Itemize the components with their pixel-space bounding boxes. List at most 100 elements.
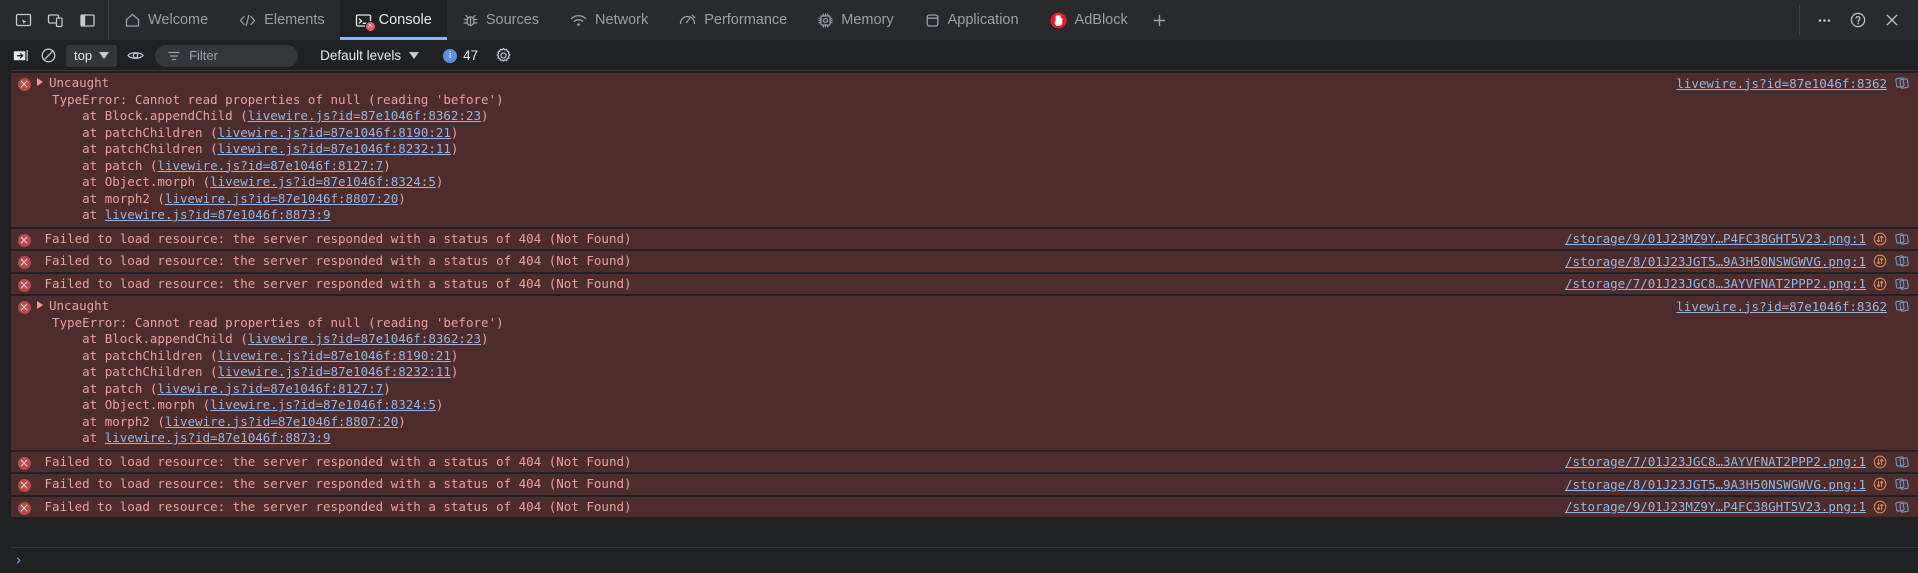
source-link[interactable]: /storage/8/01J23JGT5…9A3H50NSWGWVG.png:1 [1565,254,1866,269]
console-error-group[interactable]: Uncaught TypeError: Cannot read properti… [11,72,1918,228]
stack-trace-link[interactable]: livewire.js?id=87e1046f:8324:5 [210,397,436,412]
tab-adblock[interactable]: AdBlock [1034,0,1143,40]
copy-icon[interactable] [1894,231,1910,247]
dock-side-icon[interactable] [72,5,102,35]
open-in-network-panel-icon[interactable] [1873,254,1887,268]
tab-label: Sources [485,11,540,28]
open-in-network-panel-icon[interactable] [1873,477,1887,491]
tab-welcome[interactable]: Welcome [109,0,223,40]
device-toolbar-icon[interactable] [40,5,70,35]
stack-trace-line: at Block.appendChild (livewire.js?id=87e… [37,331,489,346]
console-error-row[interactable]: Failed to load resource: the server resp… [11,227,1918,250]
tab-application[interactable]: Application [909,0,1034,40]
message-source-area: /storage/7/01J23JGC8…3AYVFNAT2PPP2.png:1 [1565,276,1910,292]
stack-trace-link[interactable]: livewire.js?id=87e1046f:8190:21 [218,125,451,140]
gear-icon[interactable] [490,44,516,68]
help-icon[interactable] [1842,5,1874,35]
stack-trace-link[interactable]: livewire.js?id=87e1046f:8232:11 [218,364,451,379]
close-icon[interactable] [1876,5,1908,35]
console-message-list[interactable]: Uncaught TypeError: Cannot read properti… [0,71,1918,547]
source-link[interactable]: /storage/8/01J23JGT5…9A3H50NSWGWVG.png:1 [1565,477,1866,492]
message-gutter [11,231,37,248]
disclosure-triangle-icon[interactable] [37,78,43,86]
message-source-area: /storage/8/01J23JGT5…9A3H50NSWGWVG.png:1 [1565,476,1910,492]
tab-performance[interactable]: Performance [663,0,802,40]
error-icon [17,479,31,492]
chevron-down-icon [409,52,420,59]
copy-icon[interactable] [1894,276,1910,292]
filter-input[interactable]: Filter [155,44,299,67]
message-gutter [11,454,37,471]
console-error-row[interactable]: Failed to load resource: the server resp… [11,272,1918,295]
open-in-network-panel-icon[interactable] [1873,232,1887,246]
console-left-rail [0,41,11,573]
tab-elements[interactable]: Elements [223,0,339,40]
live-expression-icon[interactable] [121,44,149,68]
stack-trace-link[interactable]: livewire.js?id=87e1046f:8873:9 [105,430,331,445]
source-link[interactable]: /storage/7/01J23JGC8…3AYVFNAT2PPP2.png:1 [1565,454,1866,469]
disclosure-triangle-icon[interactable] [37,301,43,309]
copy-icon[interactable] [1894,499,1910,515]
source-link[interactable]: livewire.js?id=87e1046f:8362 [1676,299,1887,314]
open-in-network-panel-icon[interactable] [1873,455,1887,469]
copy-icon[interactable] [1894,253,1910,269]
source-link[interactable]: /storage/9/01J23MZ9Y…P4FC38GHT5V23.png:1 [1565,499,1866,514]
stack-trace-link[interactable]: livewire.js?id=87e1046f:8362:23 [248,108,481,123]
error-group-header[interactable]: Uncaught [37,298,1910,315]
console-error-row[interactable]: Failed to load resource: the server resp… [11,473,1918,496]
tab-sources[interactable]: Sources [447,0,554,40]
copy-icon[interactable] [1894,454,1910,470]
tab-label: Console [378,11,432,28]
tab-label: Elements [264,11,325,28]
copy-icon[interactable] [1894,476,1910,492]
stack-trace-link[interactable]: livewire.js?id=87e1046f:8127:7 [157,158,383,173]
log-levels-select[interactable]: Default levels [314,45,425,67]
execution-context-select[interactable]: top [66,44,118,67]
stack-trace-line: at patchChildren (livewire.js?id=87e1046… [37,347,459,363]
open-in-network-panel-icon[interactable] [1873,277,1887,291]
source-link[interactable]: livewire.js?id=87e1046f:8362 [1676,76,1887,91]
stack-trace-line: at patchChildren (livewire.js?id=87e1046… [37,364,459,379]
error-group-header[interactable]: Uncaught [37,75,1910,92]
stack-trace-link[interactable]: livewire.js?id=87e1046f:8190:21 [218,348,451,363]
message-source-area: livewire.js?id=87e1046f:8362 [1676,298,1910,314]
stack-trace-link[interactable]: livewire.js?id=87e1046f:8127:7 [157,381,383,396]
message-gutter [11,276,37,293]
message-source-area: livewire.js?id=87e1046f:8362 [1676,75,1910,91]
stack-trace-link[interactable]: livewire.js?id=87e1046f:8807:20 [165,191,398,206]
home-icon [124,12,141,29]
tab-console[interactable]: × Console [339,0,448,40]
stack-trace-line: at morph2 (livewire.js?id=87e1046f:8807:… [37,413,406,429]
wifi-icon [569,12,588,29]
tab-network[interactable]: Network [554,0,663,40]
stack-trace-link[interactable]: livewire.js?id=87e1046f:8324:5 [210,174,436,189]
console-error-row[interactable]: Failed to load resource: the server resp… [11,495,1918,518]
bug-icon [462,12,479,29]
info-count-badge[interactable]: i 47 [443,48,478,63]
info-count-value: 47 [463,48,479,63]
inspect-element-icon[interactable] [8,5,38,35]
console-prompt[interactable]: › [0,547,1918,573]
stack-trace-line: at Object.morph (livewire.js?id=87e1046f… [37,174,444,189]
console-error-row[interactable]: Failed to load resource: the server resp… [11,250,1918,273]
message-gutter [11,253,37,270]
tab-memory[interactable]: Memory [802,0,908,40]
source-link[interactable]: /storage/7/01J23JGC8…3AYVFNAT2PPP2.png:1 [1565,276,1866,291]
stack-trace-link[interactable]: livewire.js?id=87e1046f:8232:11 [218,141,451,156]
stack-trace-link[interactable]: livewire.js?id=87e1046f:8873:9 [105,207,331,222]
stack-trace-line: at patch (livewire.js?id=87e1046f:8127:7… [37,157,391,173]
source-link[interactable]: /storage/9/01J23MZ9Y…P4FC38GHT5V23.png:1 [1565,231,1866,246]
message-body: Uncaught TypeError: Cannot read properti… [37,75,1918,224]
open-in-network-panel-icon[interactable] [1873,500,1887,514]
console-error-row[interactable]: Failed to load resource: the server resp… [11,450,1918,473]
more-options-icon[interactable] [1808,5,1840,35]
copy-icon[interactable] [1894,75,1910,91]
console-error-group[interactable]: Uncaught TypeError: Cannot read properti… [11,295,1918,451]
add-tab-button[interactable] [1143,0,1177,40]
adblock-hand-icon [1049,11,1068,30]
stack-trace-line: TypeError: Cannot read properties of nul… [37,91,504,107]
stack-trace-link[interactable]: livewire.js?id=87e1046f:8807:20 [165,414,398,429]
no-entry-icon[interactable] [34,44,62,68]
stack-trace-link[interactable]: livewire.js?id=87e1046f:8362:23 [248,331,481,346]
copy-icon[interactable] [1894,298,1910,314]
